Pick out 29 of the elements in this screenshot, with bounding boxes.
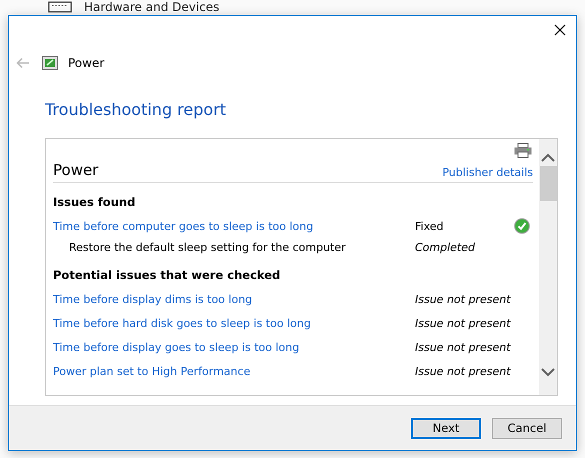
- battery-monitor-icon: [42, 56, 58, 70]
- next-button[interactable]: Next: [411, 418, 481, 438]
- report-title: Power: [53, 161, 98, 179]
- status-text: Fixed: [415, 220, 445, 232]
- issue-link[interactable]: Time before hard disk goes to sleep is too long: [53, 316, 415, 330]
- close-icon[interactable]: [554, 24, 566, 36]
- status-text: Issue not present: [415, 340, 511, 354]
- status-text: Completed: [415, 240, 476, 254]
- issue-link[interactable]: Time before computer goes to sleep is too long: [53, 220, 415, 232]
- scroll-thumb[interactable]: [540, 166, 556, 201]
- scrollbar[interactable]: [539, 139, 557, 395]
- issue-link[interactable]: Time before display goes to sleep is too long: [53, 340, 415, 354]
- issue-link[interactable]: Time before display dims is too long: [53, 292, 415, 306]
- printer-icon[interactable]: [514, 143, 532, 161]
- publisher-details-link[interactable]: Publisher details: [442, 166, 533, 179]
- section-heading: Potential issues that were checked: [53, 268, 282, 282]
- window-title: Power: [68, 56, 104, 70]
- issue-link[interactable]: Power plan set to High Performance: [53, 364, 415, 378]
- action-text: Restore the default sleep setting for the computer: [69, 240, 347, 254]
- cancel-button[interactable]: Cancel: [492, 418, 562, 438]
- scroll-up-icon[interactable]: [541, 153, 555, 162]
- status-text: Issue not present: [415, 316, 511, 330]
- status-text: Issue not present: [415, 292, 511, 306]
- keyboard-icon: [48, 1, 72, 13]
- page-heading: Troubleshooting report: [45, 100, 228, 119]
- scroll-down-icon[interactable]: [541, 368, 555, 377]
- section-heading: Issues found: [53, 195, 136, 209]
- status-text: Issue not present: [415, 364, 511, 378]
- category-heading: Hardware and Devices: [84, 0, 220, 14]
